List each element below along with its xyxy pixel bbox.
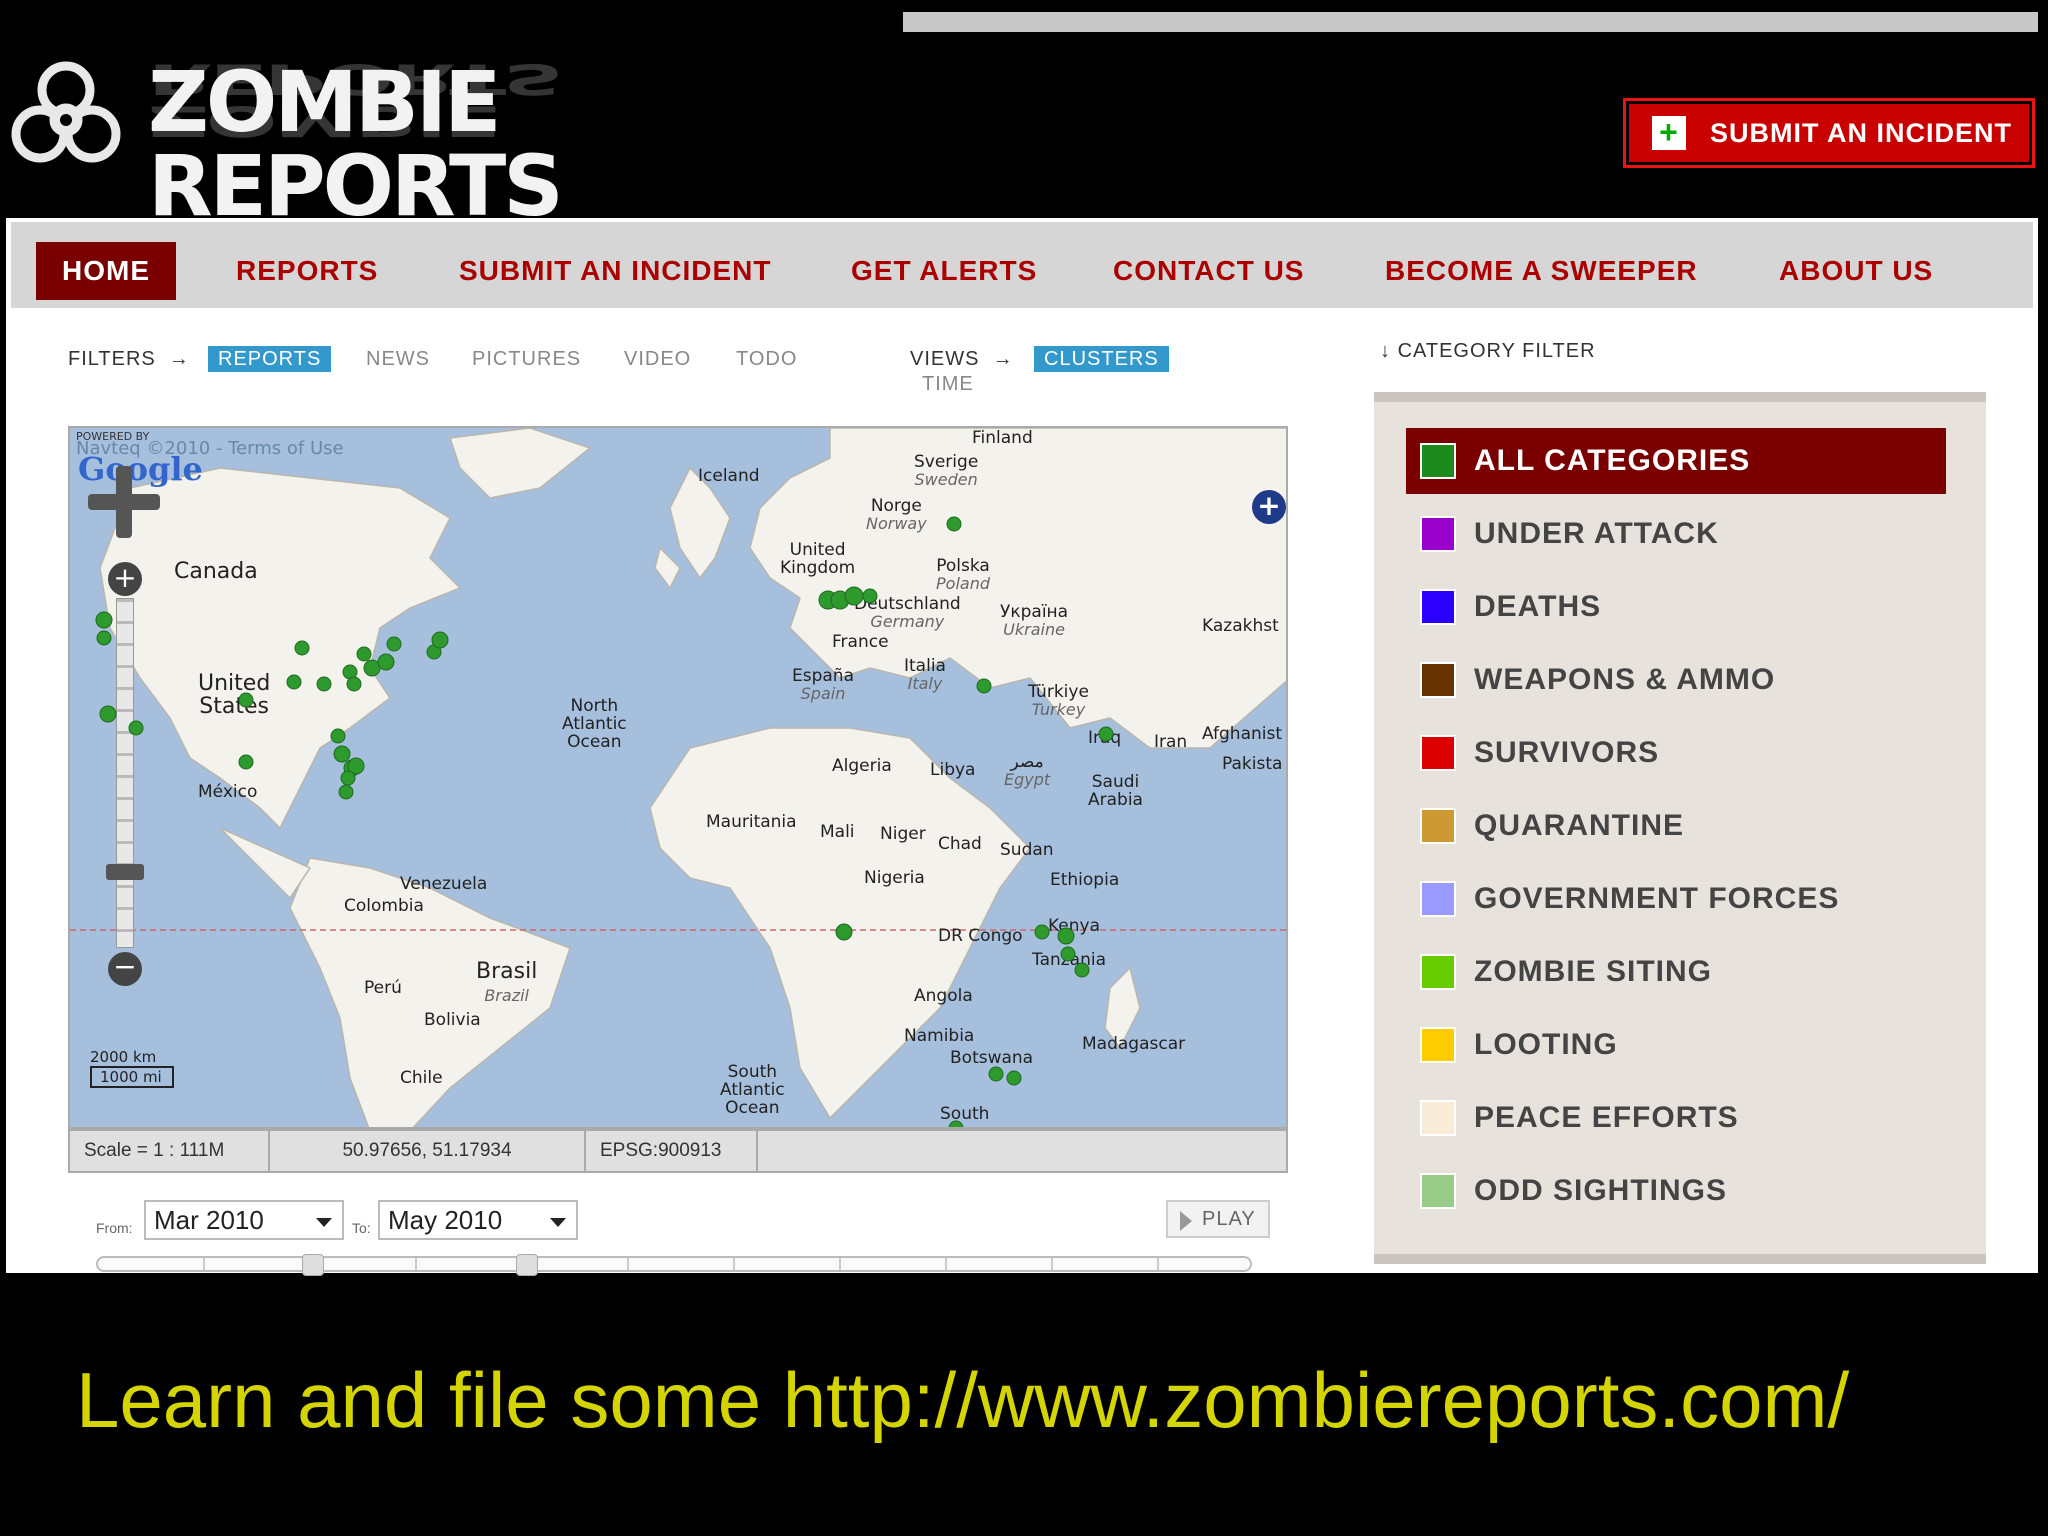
plus-icon: + [1652, 116, 1686, 150]
category-deaths[interactable]: DEATHS [1406, 574, 1946, 640]
logo-reflection: ZOMBIE REPORTS [148, 54, 561, 146]
to-label: To: [352, 1220, 371, 1236]
biohazard-icon [11, 61, 121, 163]
category-swatch [1420, 516, 1456, 552]
slide-caption: Learn and file some http://www.zombierep… [76, 1356, 1850, 1444]
logo[interactable]: ZOMBIE REPORTS ZOMBIE REPORTS [0, 50, 900, 228]
category-swatch [1420, 662, 1456, 698]
report-marker [1057, 927, 1075, 945]
filter-pictures[interactable]: PICTURES [472, 348, 581, 371]
filter-reports[interactable]: REPORTS [208, 346, 332, 372]
report-marker [316, 676, 332, 692]
from-label: From: [96, 1220, 133, 1236]
report-marker [1074, 962, 1090, 978]
report-marker [95, 611, 113, 629]
category-looting[interactable]: LOOTING [1406, 1012, 1946, 1078]
category-government-forces[interactable]: GOVERNMENT FORCES [1406, 866, 1946, 932]
report-marker [238, 754, 254, 770]
view-clusters[interactable]: CLUSTERS [1034, 346, 1169, 372]
category-odd-sightings[interactable]: ODD SIGHTINGS [1406, 1158, 1946, 1224]
nav-home[interactable]: HOME [36, 242, 176, 300]
main-nav: HOME REPORTS SUBMIT AN INCIDENT GET ALER… [11, 222, 2033, 308]
category-swatch [1420, 808, 1456, 844]
report-marker [377, 653, 395, 671]
report-marker [338, 784, 354, 800]
category-under-attack[interactable]: UNDER ATTACK [1406, 501, 1946, 567]
slider-handle-end[interactable] [516, 1254, 538, 1276]
report-marker [948, 1120, 964, 1127]
nav-submit-incident[interactable]: SUBMIT AN INCIDENT [459, 242, 772, 300]
category-peace-efforts[interactable]: PEACE EFFORTS [1406, 1085, 1946, 1151]
report-marker [346, 676, 362, 692]
category-swatch [1420, 443, 1456, 479]
report-marker [330, 728, 346, 744]
category-swatch [1420, 881, 1456, 917]
category-filter-panel: ALL CATEGORIES UNDER ATTACK DEATHS WEAPO… [1374, 392, 1986, 1264]
report-marker [1098, 726, 1114, 742]
map-scale: Scale = 1 : 111M [70, 1131, 270, 1171]
report-marker [1060, 946, 1076, 962]
report-marker [128, 720, 144, 736]
category-survivors[interactable]: SURVIVORS [1406, 720, 1946, 786]
category-swatch [1420, 735, 1456, 771]
category-swatch [1420, 1100, 1456, 1136]
nav-get-alerts[interactable]: GET ALERTS [851, 242, 1037, 300]
category-swatch [1420, 1173, 1456, 1209]
report-marker [294, 640, 310, 656]
report-marker [862, 588, 878, 604]
chevron-down-icon [550, 1218, 566, 1227]
report-marker [976, 678, 992, 694]
report-marker [844, 586, 864, 606]
to-select[interactable]: May 2010 [378, 1200, 578, 1240]
page-content: HOME REPORTS SUBMIT AN INCIDENT GET ALER… [6, 218, 2038, 1276]
report-marker [835, 923, 853, 941]
nav-about-us[interactable]: ABOUT US [1779, 242, 1933, 300]
report-marker [286, 674, 302, 690]
filter-video[interactable]: VIDEO [624, 348, 691, 371]
timeline: From: Mar 2010 To: May 2010 PLAY [88, 1200, 1288, 1276]
filters-label: FILTERS → [68, 348, 190, 370]
nav-contact-us[interactable]: CONTACT US [1113, 242, 1304, 300]
report-marker [333, 745, 351, 763]
map-coordinates: 50.97656, 51.17934 [270, 1131, 586, 1171]
nav-become-sweeper[interactable]: BECOME A SWEEPER [1385, 242, 1698, 300]
report-marker [99, 705, 117, 723]
report-marker [988, 1066, 1004, 1082]
map-status-bar: Scale = 1 : 111M 50.97656, 51.17934 EPSG… [68, 1129, 1288, 1173]
view-time[interactable]: TIME [922, 373, 974, 396]
map[interactable]: POWERED BY Navteq ©2010 - Terms of Use G… [68, 426, 1288, 1129]
report-marker [356, 646, 372, 662]
report-marker [431, 631, 449, 649]
report-marker [1034, 924, 1050, 940]
submit-incident-button[interactable]: + SUBMIT AN INCIDENT [1623, 98, 2035, 168]
report-marker [340, 770, 356, 786]
filter-news[interactable]: NEWS [366, 348, 430, 371]
report-marker [238, 692, 254, 708]
chevron-down-icon [316, 1218, 332, 1227]
report-marker [96, 630, 112, 646]
report-marker [946, 516, 962, 532]
category-zombie-siting[interactable]: ZOMBIE SITING [1406, 939, 1946, 1005]
report-marker [1006, 1070, 1022, 1086]
category-quarantine[interactable]: QUARANTINE [1406, 793, 1946, 859]
report-markers [95, 516, 1114, 1127]
category-swatch [1420, 954, 1456, 990]
filter-todo[interactable]: TODO [736, 348, 797, 371]
views-label: VIEWS → [910, 348, 1014, 370]
category-all[interactable]: ALL CATEGORIES [1406, 428, 1946, 494]
category-swatch [1420, 589, 1456, 625]
submit-incident-label: SUBMIT AN INCIDENT [1710, 117, 2012, 148]
map-projection: EPSG:900913 [586, 1131, 758, 1171]
category-swatch [1420, 1027, 1456, 1063]
play-button[interactable]: PLAY [1166, 1200, 1270, 1238]
category-weapons-ammo[interactable]: WEAPONS & AMMO [1406, 647, 1946, 713]
time-slider[interactable] [96, 1254, 1252, 1276]
category-filter-label[interactable]: ↓ CATEGORY FILTER [1380, 340, 1596, 363]
nav-reports[interactable]: REPORTS [236, 242, 378, 300]
top-bar [903, 12, 2038, 32]
from-select[interactable]: Mar 2010 [144, 1200, 344, 1240]
slider-handle-start[interactable] [302, 1254, 324, 1276]
report-marker [386, 636, 402, 652]
